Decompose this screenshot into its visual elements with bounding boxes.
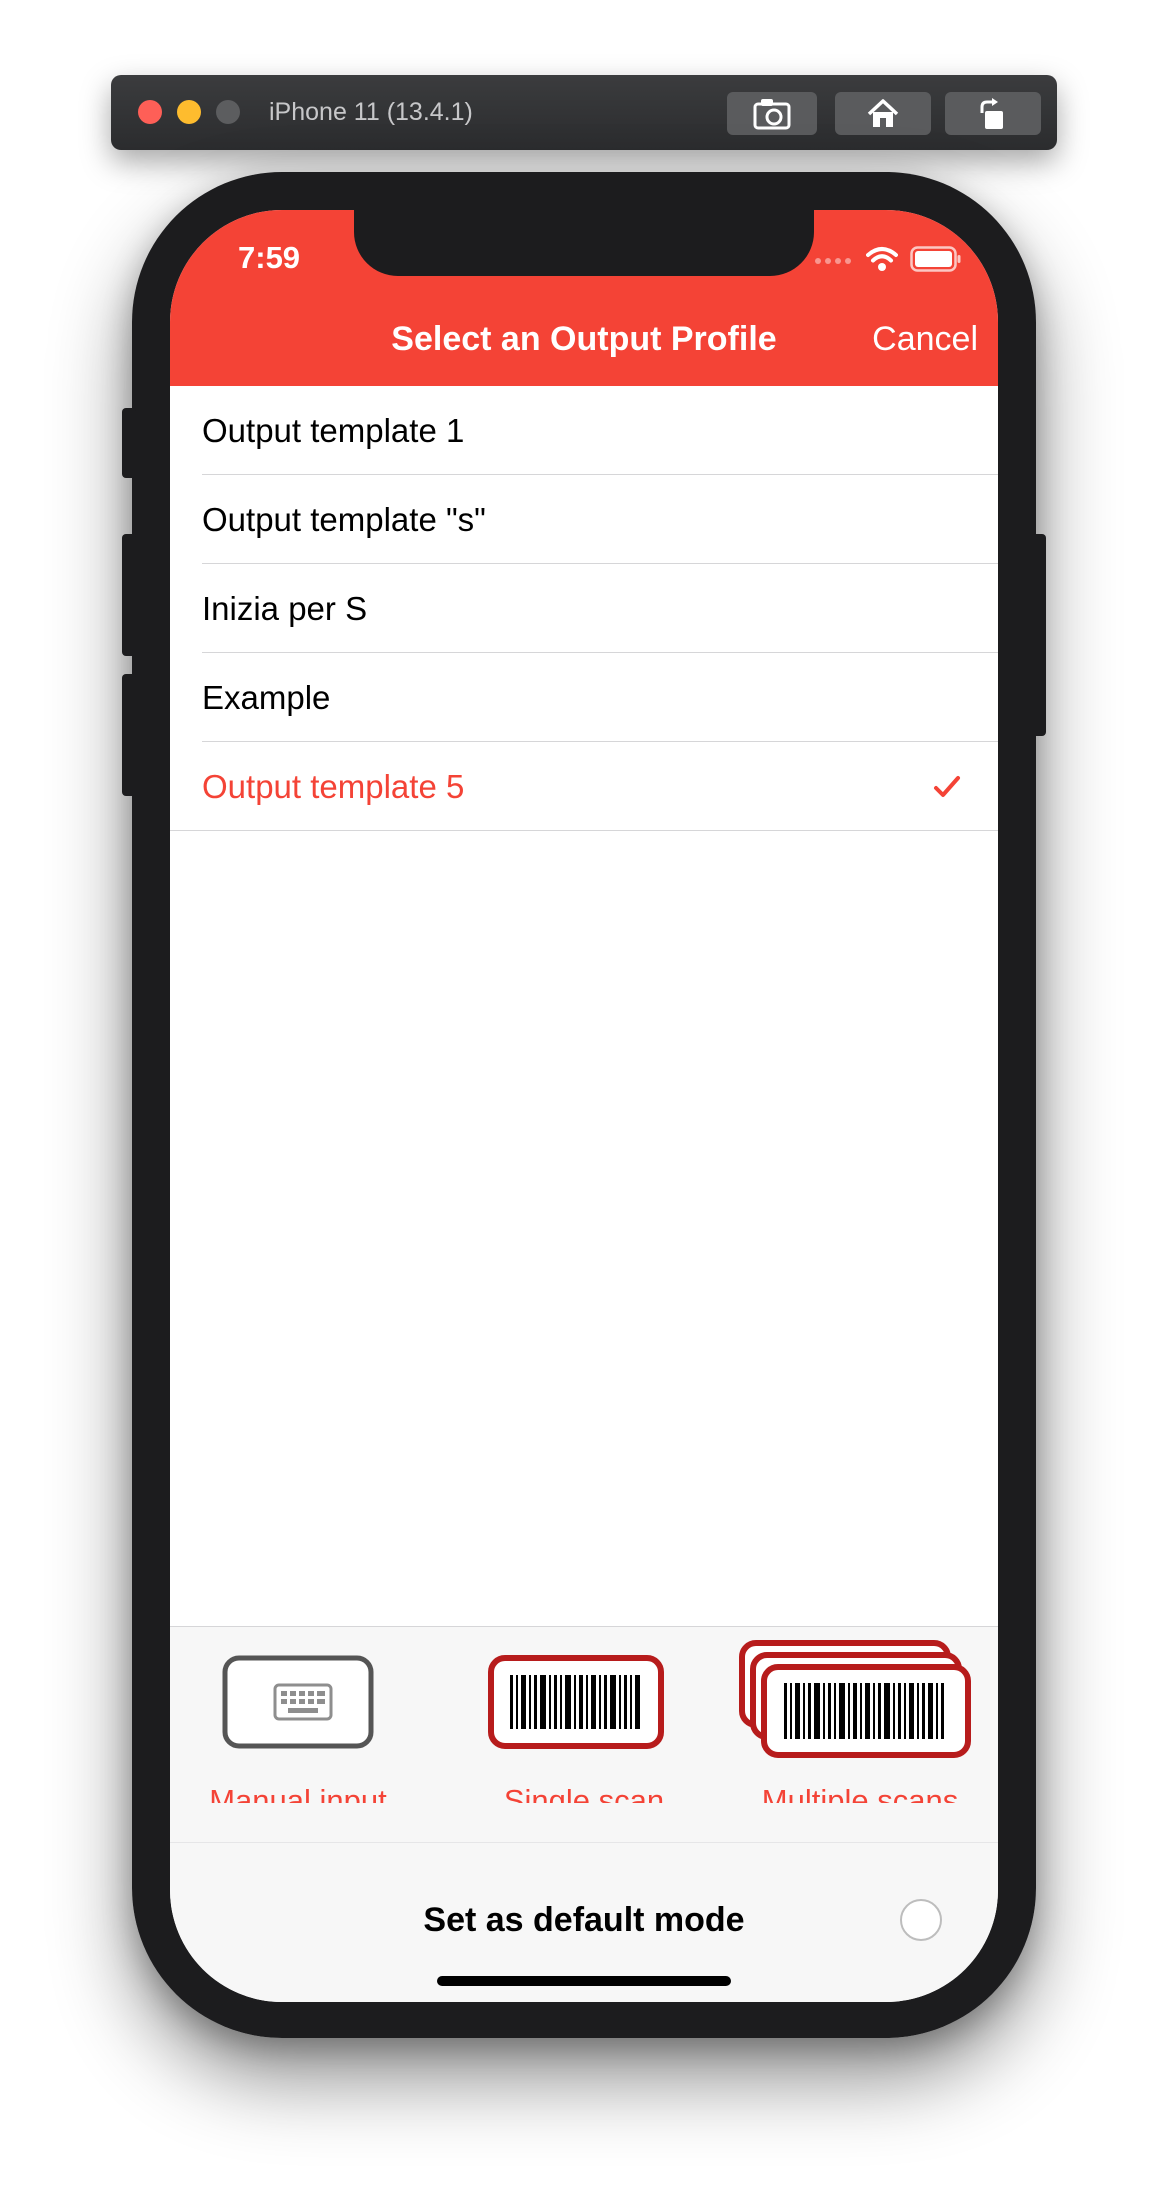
phone-screen: 7:59 Select an Output Profile Cancel Out… bbox=[170, 210, 998, 2002]
single-scan-mode[interactable]: Single scan bbox=[464, 1627, 704, 1803]
list-item[interactable]: Output template "s" bbox=[170, 475, 998, 564]
multiple-barcodes-icon bbox=[739, 1640, 971, 1758]
default-mode-radio[interactable] bbox=[900, 1899, 942, 1941]
output-profile-list: Output template 1 Output template "s" In… bbox=[170, 386, 998, 831]
signal-icon bbox=[815, 258, 851, 264]
manual-input-mode[interactable]: Manual input bbox=[200, 1627, 396, 1803]
cancel-button[interactable]: Cancel bbox=[872, 320, 978, 359]
screenshot-icon bbox=[753, 98, 791, 129]
volume-up-button[interactable] bbox=[122, 534, 136, 656]
multiple-scans-mode[interactable]: Multiple scans bbox=[730, 1627, 990, 1803]
list-item-label: Example bbox=[202, 678, 331, 716]
mute-switch[interactable] bbox=[122, 408, 136, 478]
list-item-label: Inizia per S bbox=[202, 589, 368, 627]
notch bbox=[354, 210, 814, 276]
minimize-window-button[interactable] bbox=[177, 100, 201, 124]
list-item[interactable]: Output template 1 bbox=[170, 386, 998, 475]
manual-input-label: Manual input bbox=[209, 1783, 387, 1803]
list-item[interactable]: Inizia per S bbox=[170, 564, 998, 653]
screenshot-button[interactable] bbox=[727, 92, 817, 135]
list-item-label: Output template "s" bbox=[202, 500, 486, 538]
default-mode-label: Set as default mode bbox=[423, 1901, 745, 1939]
rotate-button[interactable] bbox=[945, 92, 1041, 135]
mode-selector-clip: Manual input Single scan Multiple scans bbox=[170, 1627, 998, 1803]
simulator-title: iPhone 11 (13.4.1) bbox=[269, 98, 473, 126]
checkmark-icon bbox=[934, 775, 960, 797]
home-indicator[interactable] bbox=[437, 1976, 731, 1986]
zoom-window-button[interactable] bbox=[216, 100, 240, 124]
list-item-label: Output template 1 bbox=[202, 411, 465, 449]
volume-down-button[interactable] bbox=[122, 674, 136, 796]
list-item[interactable]: Example bbox=[170, 653, 998, 742]
status-time: 7:59 bbox=[238, 240, 301, 275]
home-icon bbox=[867, 98, 899, 127]
list-item-selected[interactable]: Output template 5 bbox=[170, 742, 998, 831]
wifi-icon bbox=[866, 247, 898, 271]
status-icons bbox=[814, 246, 962, 272]
keyboard-icon bbox=[222, 1655, 374, 1749]
mode-selector: Manual input Single scan Multiple scans bbox=[170, 1626, 998, 1842]
navigation-bar: 7:59 Select an Output Profile Cancel bbox=[170, 210, 998, 386]
rotate-icon bbox=[980, 97, 1003, 129]
close-window-button[interactable] bbox=[138, 100, 162, 124]
battery-icon bbox=[910, 246, 961, 272]
home-button[interactable] bbox=[835, 92, 931, 135]
multiple-scans-label: Multiple scans bbox=[761, 1783, 959, 1803]
simulator-toolbar: iPhone 11 (13.4.1) bbox=[111, 75, 1057, 150]
list-item-label: Output template 5 bbox=[202, 767, 465, 805]
barcode-icon bbox=[488, 1655, 664, 1749]
single-scan-label: Single scan bbox=[503, 1783, 665, 1803]
power-button[interactable] bbox=[1032, 534, 1046, 736]
